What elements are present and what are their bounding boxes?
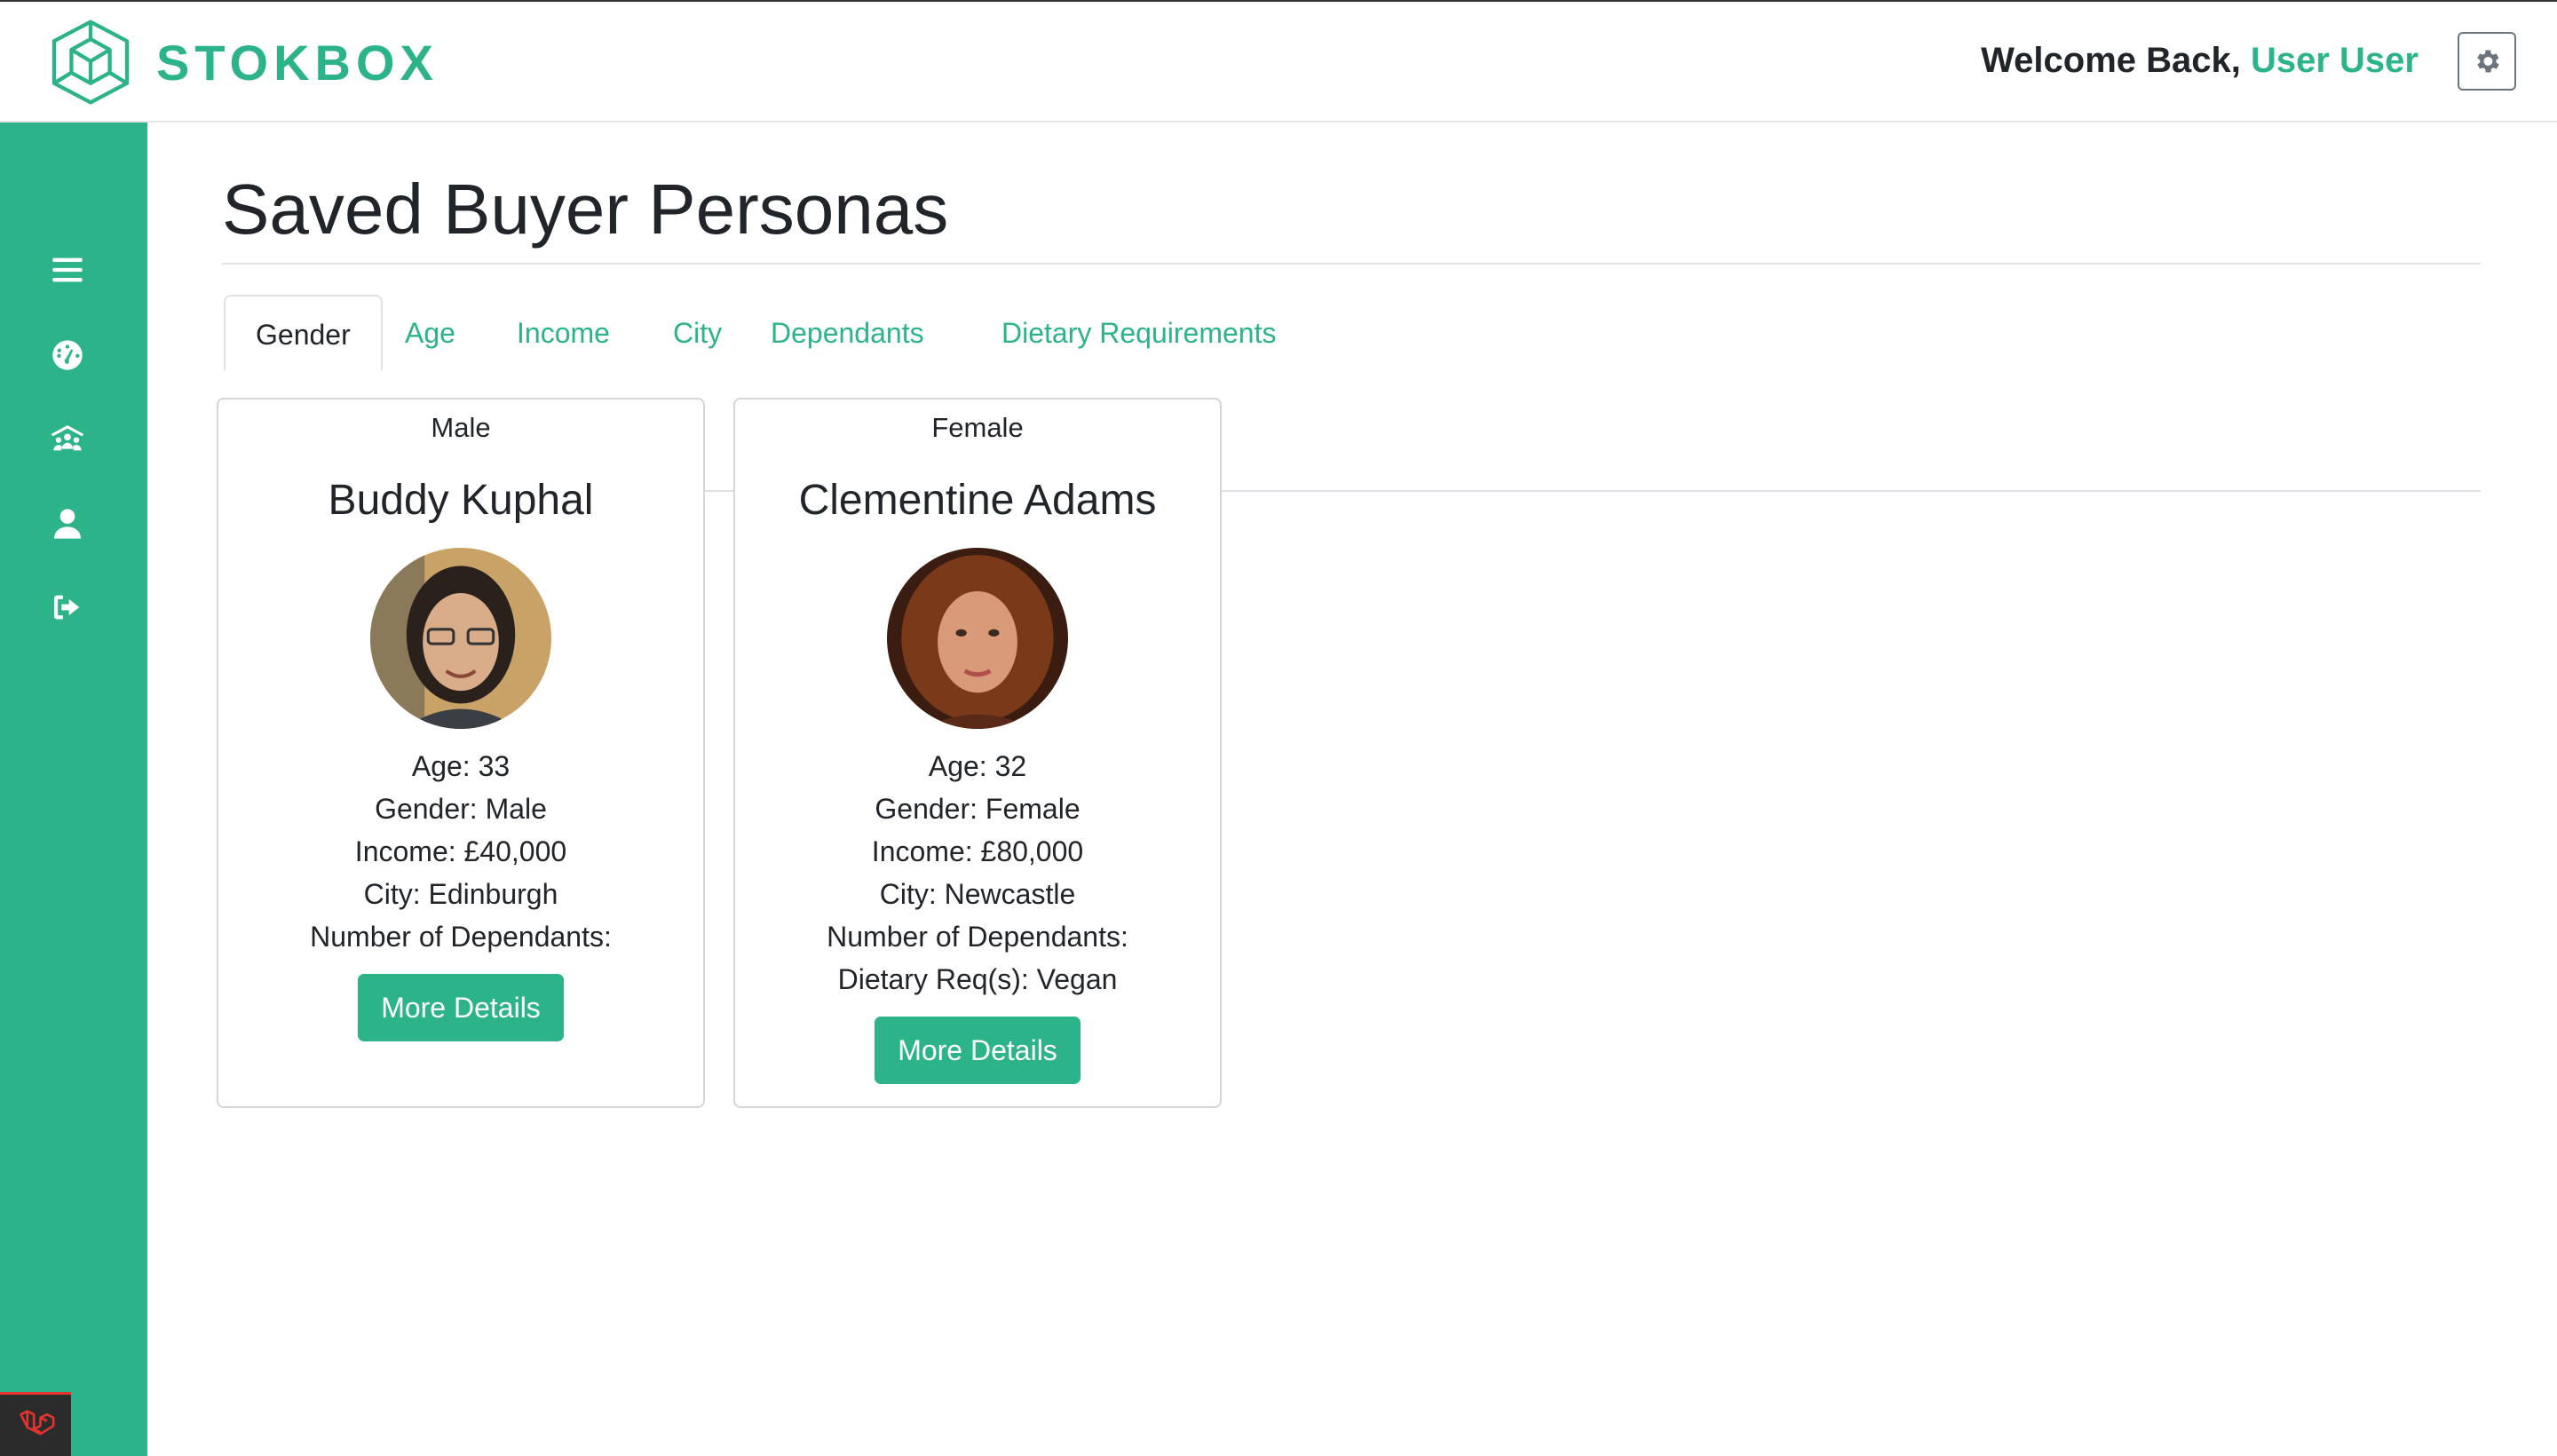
tab-age[interactable]: Age [375, 295, 486, 371]
persona-card: Male Buddy Kuphal Age: 33 Gender: Male I… [217, 398, 705, 1108]
tab-dependants[interactable]: Dependants [740, 295, 954, 371]
persona-dietary: Dietary Req(s): Vegan [837, 963, 1118, 995]
persona-dependants: Number of Dependants: [310, 921, 612, 953]
persona-gender: Gender: Female [875, 793, 1081, 825]
page-title: Saved Buyer Personas [222, 170, 949, 249]
persona-dependants: Number of Dependants: [827, 921, 1128, 953]
persona-card: Female Clementine Adams Age: 32 Gender: … [733, 398, 1222, 1108]
tab-city[interactable]: City [643, 295, 752, 371]
user-name: User User [2250, 41, 2418, 80]
logo[interactable]: STOKBOX [41, 14, 439, 110]
group-icon[interactable] [44, 415, 91, 462]
tab-gender[interactable]: Gender [224, 295, 383, 371]
laravel-debug-icon[interactable] [0, 1392, 71, 1456]
persona-city: City: Newcastle [879, 878, 1076, 910]
welcome-message: Welcome Back, User User [1981, 41, 2418, 81]
settings-button[interactable] [2458, 32, 2516, 91]
persona-income: Income: £40,000 [354, 835, 567, 867]
tab-dietary-requirements[interactable]: Dietary Requirements [971, 295, 1306, 371]
card-category: Female [931, 412, 1024, 443]
stokbox-logo-icon [51, 20, 130, 105]
title-divider [222, 263, 2481, 265]
more-details-button[interactable]: More Details [358, 974, 564, 1041]
welcome-prefix: Welcome Back, [1981, 41, 2251, 80]
persona-name: Buddy Kuphal [328, 477, 594, 524]
persona-age: Age: 33 [411, 750, 511, 782]
card-category: Male [431, 412, 491, 443]
top-bar: STOKBOX Welcome Back, User User [0, 0, 2557, 123]
more-details-button[interactable]: More Details [875, 1017, 1081, 1084]
persona-gender: Gender: Male [375, 793, 547, 825]
avatar [887, 548, 1068, 729]
avatar [370, 548, 551, 729]
persona-income: Income: £80,000 [871, 835, 1084, 867]
gear-icon [2477, 50, 2499, 73]
tab-income[interactable]: Income [487, 295, 640, 371]
logout-icon[interactable] [44, 584, 91, 630]
menu-icon[interactable] [44, 247, 91, 293]
persona-name: Clementine Adams [798, 477, 1157, 524]
sidebar [0, 123, 147, 1456]
user-icon[interactable] [44, 501, 91, 547]
persona-city: City: Edinburgh [363, 878, 558, 910]
dashboard-icon[interactable] [44, 332, 91, 378]
brand-name: STOKBOX [156, 34, 439, 91]
persona-age: Age: 32 [928, 750, 1027, 782]
